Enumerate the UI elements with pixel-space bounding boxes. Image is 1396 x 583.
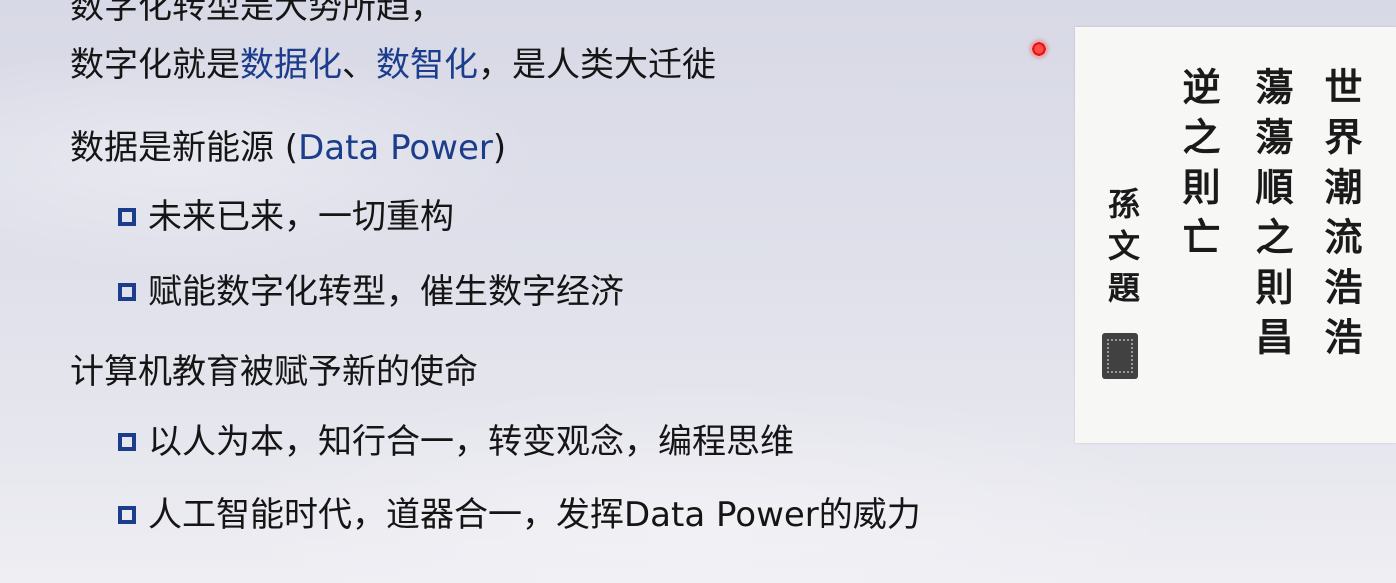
square-bullet-icon xyxy=(118,506,136,524)
text-suffix: ，是人类大迁徙 xyxy=(478,45,716,85)
highlight-data: 数据化 xyxy=(240,45,342,85)
bullet-text: 人工智能时代，道器合一，发挥Data Power的威力 xyxy=(148,495,921,535)
bullet-item-1: 未来已来，一切重构 xyxy=(118,200,454,234)
square-bullet-icon xyxy=(118,283,136,301)
highlight-data-power: Data Power xyxy=(298,128,493,168)
square-bullet-icon xyxy=(118,433,136,451)
heading-digitalization: 数字化就是数据化、数智化，是人类大迁徙 xyxy=(70,48,716,82)
calligraphy-column-3: 逆之則亡 xyxy=(1176,67,1221,267)
slide-content: 数字化转型是大势所趋， 数字化就是数据化、数智化，是人类大迁徙 数据是新能源 (… xyxy=(0,0,1070,583)
text-prefix: 数字化就是 xyxy=(70,45,240,85)
text-suffix: ) xyxy=(492,128,507,168)
heading-data-power: 数据是新能源 (Data Power) xyxy=(70,131,506,165)
text-separator: 、 xyxy=(342,45,376,85)
highlight-intelligence: 数智化 xyxy=(376,45,478,85)
calligraphy-image: 世界潮流浩浩 蕩蕩順之則昌 逆之則亡 孫文題 xyxy=(1075,27,1396,443)
calligraphy-signature: 孫文題 xyxy=(1103,187,1141,313)
calligraphy-column-1: 世界潮流浩浩 xyxy=(1318,67,1363,367)
laser-pointer-dot xyxy=(1031,41,1047,57)
square-bullet-icon xyxy=(118,208,136,226)
bullet-item-4: 人工智能时代，道器合一，发挥Data Power的威力 xyxy=(118,498,921,532)
bullet-item-2: 赋能数字化转型，催生数字经济 xyxy=(118,275,624,309)
calligraphy-column-2: 蕩蕩順之則昌 xyxy=(1249,67,1294,367)
bullet-text: 未来已来，一切重构 xyxy=(148,197,454,237)
text-prefix: 数据是新能源 ( xyxy=(70,128,299,168)
heading-line-partial: 数字化转型是大势所趋， xyxy=(70,0,444,27)
bullet-text: 以人为本，知行合一，转变观念，编程思维 xyxy=(148,422,794,462)
heading-education-mission: 计算机教育被赋予新的使命 xyxy=(70,352,478,392)
bullet-item-3: 以人为本，知行合一，转变观念，编程思维 xyxy=(118,425,794,459)
bullet-text: 赋能数字化转型，催生数字经济 xyxy=(148,272,624,312)
seal-stamp xyxy=(1102,333,1138,379)
